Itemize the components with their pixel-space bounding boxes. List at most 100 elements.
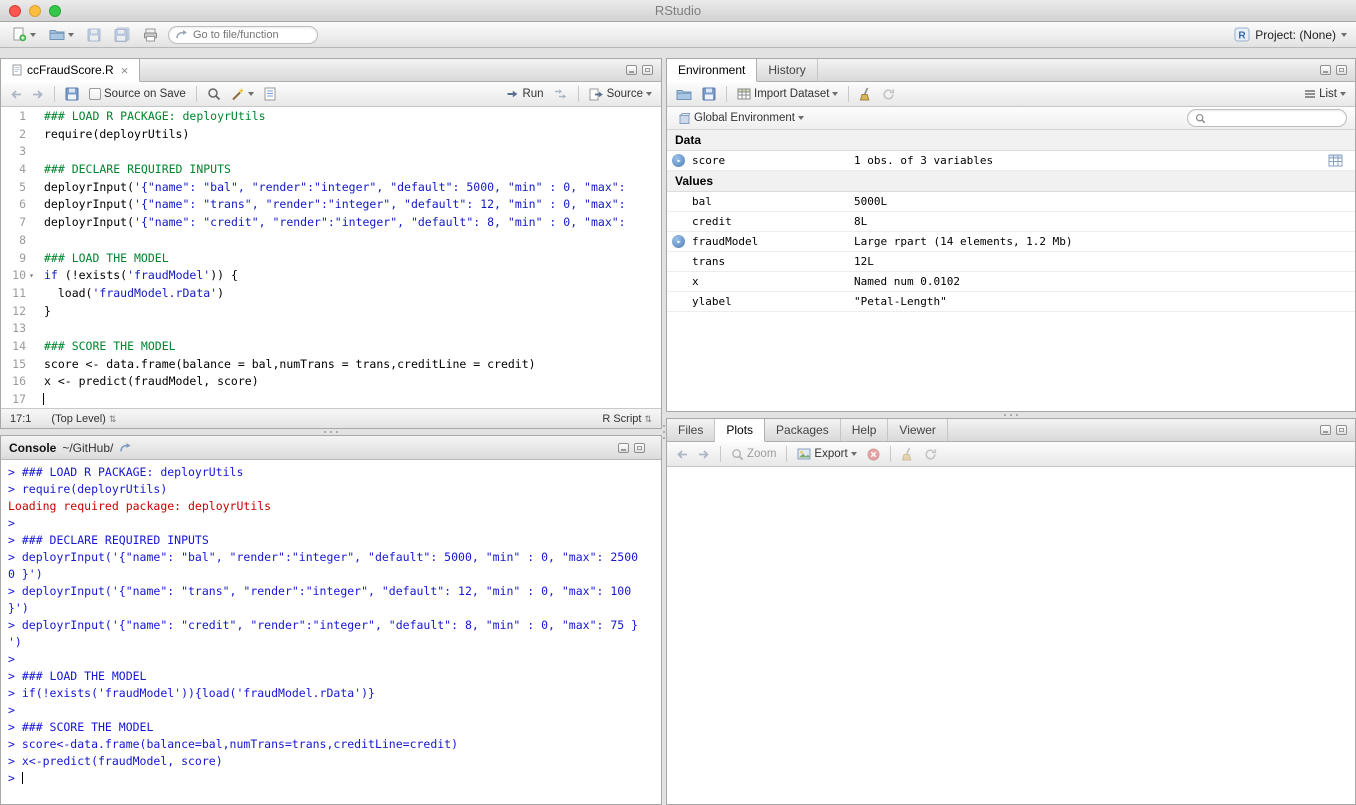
clear-environment-button[interactable] [856,86,875,102]
open-file-button[interactable] [46,27,77,42]
source-on-save-checkbox[interactable]: Source on Save [86,87,189,101]
expand-icon[interactable]: ▸ [672,235,685,248]
view-data-icon[interactable] [1328,154,1343,167]
environment-row[interactable]: ▸ trans 12L [667,252,1355,272]
minimize-pane-icon[interactable] [1320,425,1331,435]
environment-row[interactable]: ▸ score 1 obs. of 3 variables [667,151,1355,171]
minimize-pane-icon[interactable] [1320,65,1331,75]
maximize-pane-icon[interactable] [1336,65,1347,75]
environment-row[interactable]: ▸ fraudModel Large rpart (14 elements, 1… [667,232,1355,252]
global-environment-selector[interactable]: Global Environment [675,111,807,126]
line-gutter: 4▾ [1,161,37,179]
console-line: > require(deployrUtils) [8,481,654,498]
remove-plot-button[interactable] [864,447,883,462]
environment-row[interactable]: ▸ credit 8L [667,212,1355,232]
code-line[interactable]: 9▾ ### LOAD THE MODEL [1,250,661,268]
zoom-plot-button[interactable]: Zoom [728,447,779,462]
tab-environment[interactable]: Environment [667,59,757,82]
code-line[interactable]: 12▾ } [1,303,661,321]
save-source-button[interactable] [62,86,82,102]
refresh-icon [882,88,895,101]
expand-icon[interactable]: ▸ [672,154,685,167]
zoom-window-button[interactable] [49,5,61,17]
tab-files[interactable]: Files [667,419,715,441]
save-button[interactable] [84,27,104,43]
environment-row[interactable]: ▸ bal 5000L [667,192,1355,212]
code-line[interactable]: 17▾ [1,391,661,408]
console-output[interactable]: > ### LOAD R PACKAGE: deployrUtils > req… [1,460,661,804]
export-plot-button[interactable]: Export [794,447,859,461]
toolbar-separator [786,446,787,462]
project-menu-button[interactable]: R Project: (None) [1234,27,1347,42]
clear-plots-button[interactable] [898,446,917,462]
code-editor[interactable]: 1▾ ### LOAD R PACKAGE: deployrUtils 2▾ r… [1,107,661,408]
maximize-pane-icon[interactable] [642,65,653,75]
print-button[interactable] [140,27,161,43]
workbench: ccFraudScore.R × [0,48,1356,805]
open-in-window-icon[interactable] [119,442,132,453]
tab-help[interactable]: Help [841,419,889,441]
import-dataset-button[interactable]: Import Dataset [734,87,841,101]
fold-arrow-icon[interactable]: ▾ [26,267,37,285]
rerun-button[interactable] [551,87,571,101]
tab-packages[interactable]: Packages [765,419,841,441]
environment-row[interactable]: ▸ ylabel "Petal-Length" [667,292,1355,312]
checkbox-icon[interactable] [89,88,101,100]
code-line[interactable]: 6▾ deployrInput('{"name": "trans", "rend… [1,196,661,214]
scope-selector[interactable]: (Top Level)⇅ [51,413,116,425]
source-button[interactable]: Source [586,87,655,102]
code-line[interactable]: 7▾ deployrInput('{"name": "credit", "ren… [1,214,661,232]
goto-file-input[interactable] [193,29,310,41]
code-line[interactable]: 16▾ x <- predict(fraudModel, score) [1,373,661,391]
code-line[interactable]: 5▾ deployrInput('{"name": "bal", "render… [1,179,661,197]
code-line[interactable]: 14▾ ### SCORE THE MODEL [1,338,661,356]
minimize-pane-icon[interactable] [618,443,629,453]
save-workspace-button[interactable] [699,86,719,102]
dropdown-caret-icon [646,92,652,96]
refresh-environment-button[interactable] [879,87,898,102]
source-tab[interactable]: ccFraudScore.R × [1,59,140,82]
close-tab-icon[interactable]: × [121,64,129,77]
new-file-button[interactable] [9,26,39,43]
tab-plots[interactable]: Plots [715,419,765,442]
find-replace-button[interactable] [204,86,224,102]
next-plot-button[interactable] [695,448,713,461]
goto-file-icon [176,29,188,40]
maximize-pane-icon[interactable] [634,443,645,453]
file-type-selector[interactable]: R Script⇅ [602,413,652,425]
code-line[interactable]: 8▾ [1,232,661,250]
load-workspace-button[interactable] [673,87,695,102]
tab-viewer[interactable]: Viewer [888,419,947,441]
environment-row[interactable]: ▸ x Named num 0.0102 [667,272,1355,292]
code-line[interactable]: 3▾ [1,143,661,161]
save-all-button[interactable] [111,26,133,43]
code-line[interactable]: 13▾ [1,320,661,338]
previous-plot-button[interactable] [673,448,691,461]
code-line[interactable]: 11▾ load('fraudModel.rData') [1,285,661,303]
back-button[interactable] [7,88,25,101]
code-text [37,143,44,161]
forward-button[interactable] [29,88,47,101]
source-icon [589,88,604,101]
refresh-plots-button[interactable] [921,447,940,462]
code-line[interactable]: 15▾ score <- data.frame(balance = bal,nu… [1,356,661,374]
environment-search[interactable] [1187,109,1347,127]
environment-search-input[interactable] [1211,112,1339,124]
console-line: ') [8,634,654,651]
code-line[interactable]: 1▾ ### LOAD R PACKAGE: deployrUtils [1,108,661,126]
tab-history[interactable]: History [757,59,817,81]
code-line[interactable]: 2▾ require(deployrUtils) [1,126,661,144]
run-button[interactable]: Run [503,87,546,101]
save-icon [702,87,716,101]
close-window-button[interactable] [9,5,21,17]
code-line[interactable]: 10▾ if (!exists('fraudModel')) { [1,267,661,285]
compile-notebook-button[interactable] [261,86,279,102]
list-view-button[interactable]: List [1301,87,1349,101]
minimize-pane-icon[interactable] [626,65,637,75]
maximize-pane-icon[interactable] [1336,425,1347,435]
code-line[interactable]: 4▾ ### DECLARE REQUIRED INPUTS [1,161,661,179]
code-text: } [37,303,51,321]
goto-file-search[interactable] [168,26,318,44]
minimize-window-button[interactable] [29,5,41,17]
code-tools-button[interactable] [228,86,257,102]
